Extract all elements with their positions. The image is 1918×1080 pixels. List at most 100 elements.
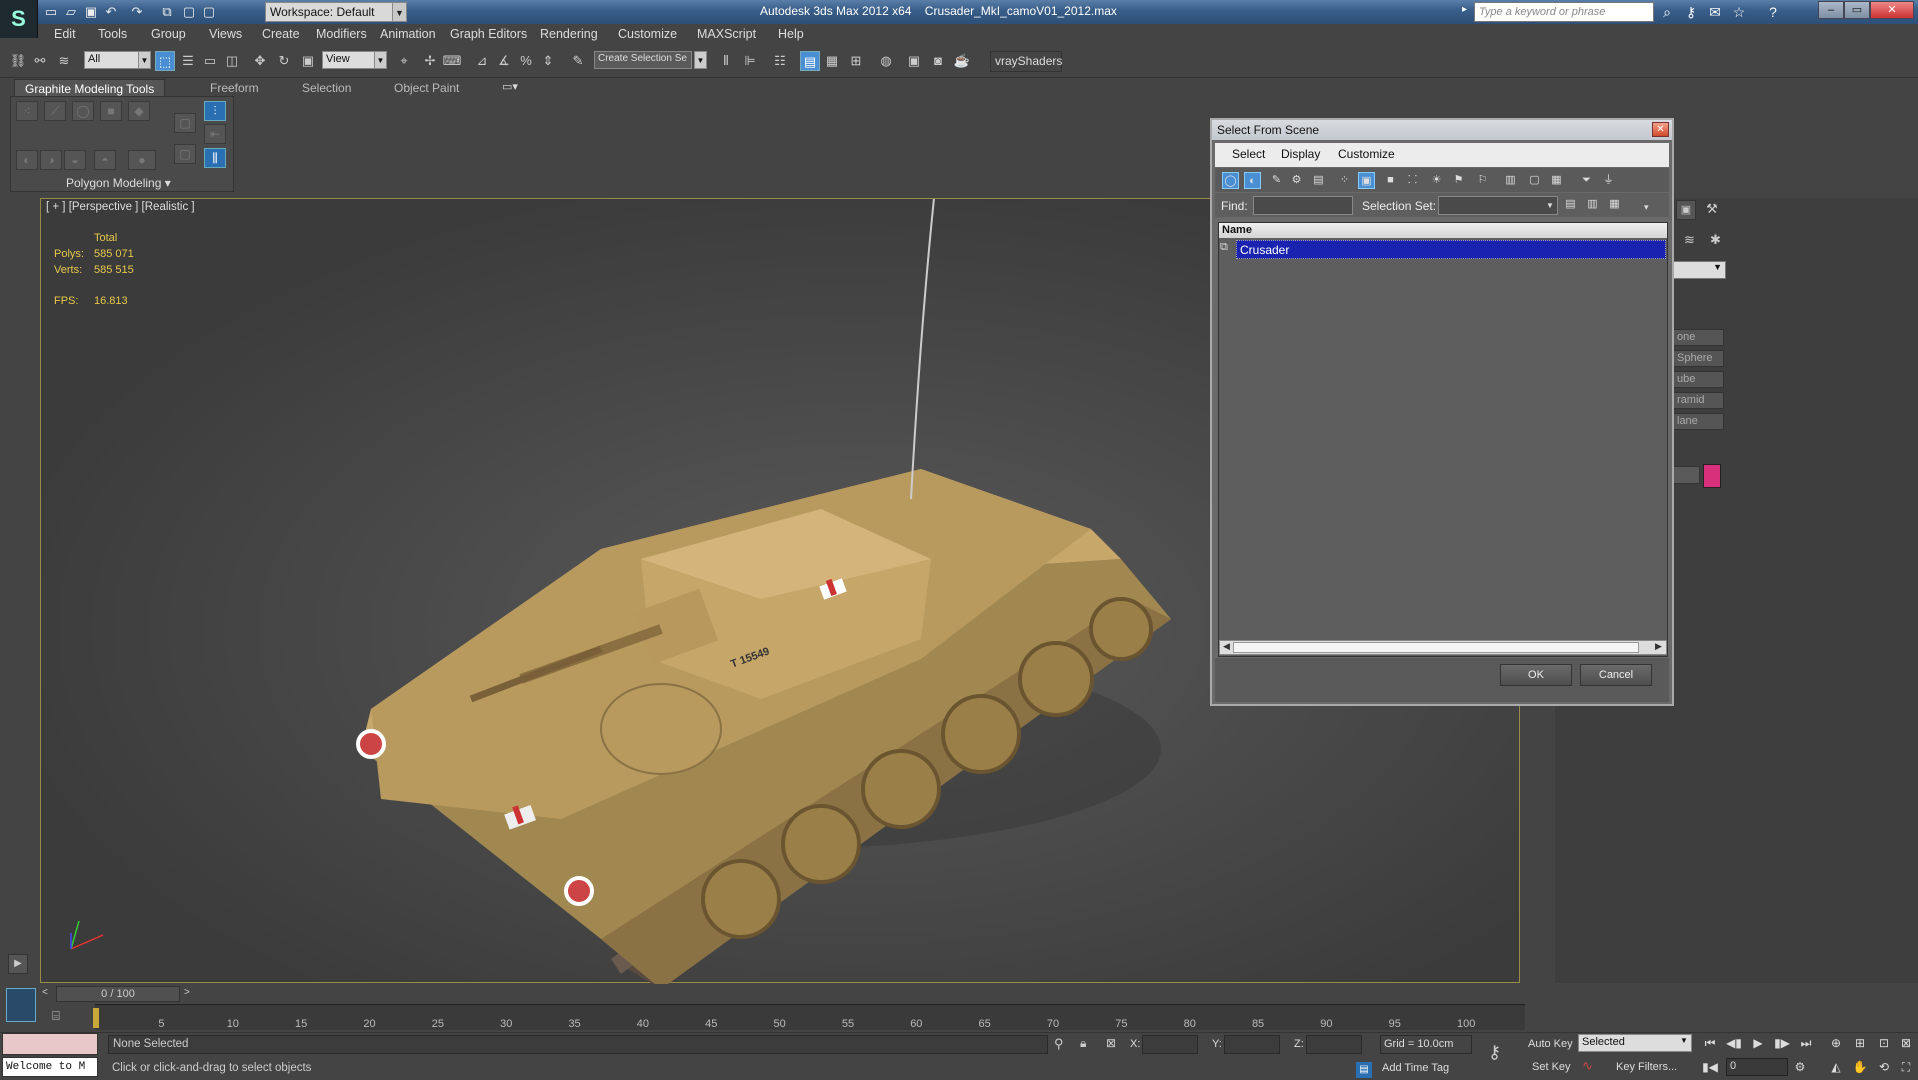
tube-button[interactable]: ube [1672,371,1724,388]
time-tag-icon[interactable]: ▤ [1356,1062,1372,1078]
key-mode-toggle-icon[interactable]: ▮◀ [1700,1058,1720,1076]
menu-modifiers[interactable]: Modifiers [316,27,367,41]
previous-frame-icon[interactable]: < [42,987,48,998]
move-icon[interactable]: ✥ [250,51,270,71]
select-manipulate-icon[interactable]: ✢ [420,51,440,71]
undo-icon[interactable]: ↶ [102,3,120,21]
hold-icon[interactable]: ⧉ [158,3,176,21]
border-icon[interactable]: ◯ [72,101,94,121]
edge-icon[interactable]: ⟋ [44,101,66,121]
save-icon[interactable]: ▣ [82,3,100,21]
display-hidden-icon[interactable]: ⚐ [1474,172,1491,189]
selection-filter-dropdown[interactable]: All [84,51,142,69]
spinner-snap-icon[interactable]: ⇕ [538,51,558,71]
menu-create[interactable]: Create [262,27,300,41]
filter-options-icon[interactable]: ⏚ [1600,172,1617,189]
zoom-icon[interactable]: ⊕ [1826,1034,1846,1052]
display-none-icon[interactable]: ▢ [1526,172,1543,189]
chevron-down-icon[interactable]: ▼ [138,51,151,69]
percent-snap-icon[interactable]: % [516,51,536,71]
list-item[interactable]: Crusader [1236,240,1666,259]
spacewarps-icon[interactable]: ≋ [1684,232,1695,248]
named-selection-set-dropdown[interactable]: Create Selection Se [594,51,692,69]
display-containers-icon[interactable]: ☀ [1428,172,1445,189]
mini-curve-editor-icon[interactable] [6,988,36,1022]
track-bar[interactable] [95,1004,1525,1030]
orbit-icon[interactable]: ⟲ [1874,1058,1894,1076]
key-icon[interactable]: ⚷ [1680,3,1702,21]
display-groups-icon[interactable]: ▣ [1358,172,1375,189]
show-end-result-icon[interactable]: ▢ [174,144,196,164]
bind-space-warp-icon[interactable]: ≋ [54,51,74,71]
unlink-icon[interactable]: ⚯ [30,51,50,71]
vray-shaders-button[interactable]: vrayShaders [990,51,1062,72]
new-file-icon[interactable]: ▭ [42,3,60,21]
keyboard-shortcut-icon[interactable]: ⌨ [442,51,462,71]
display-helpers-icon[interactable]: ▤ [1310,172,1327,189]
z-coordinate-field[interactable] [1306,1035,1362,1054]
next-frame-icon[interactable]: > [184,987,190,998]
make-unique-icon[interactable]: ⫼ [204,148,226,168]
schematic-view-icon[interactable]: ⊞ [846,51,866,71]
zoom-extents-icon[interactable]: ⊡ [1874,1034,1894,1052]
time-slider[interactable]: 0 / 100 [56,986,180,1002]
collapse-stack-icon[interactable]: ◐ [16,150,38,170]
select-invert-icon[interactable]: ▦ [1606,196,1623,213]
project-folder-icon[interactable]: ▢ [200,3,218,21]
absolute-mode-icon[interactable]: ⊠ [1106,1036,1116,1050]
expand-toolbar-icon[interactable]: ▾ [1644,202,1649,213]
display-invert-icon[interactable]: ▦ [1548,172,1565,189]
geosphere-button[interactable]: Sphere [1672,350,1724,367]
material-editor-icon[interactable]: ◍ [876,51,896,71]
go-to-end-icon[interactable]: ⏭ [1796,1034,1816,1052]
angle-snap-icon[interactable]: ∡ [494,51,514,71]
set-key-button[interactable]: Set Key [1532,1061,1571,1073]
render-setup-icon[interactable]: ▣ [904,51,924,71]
pan-icon[interactable]: ✋ [1850,1058,1870,1076]
display-spacewarps-icon[interactable]: ⁘ [1336,172,1353,189]
previous-key-icon[interactable]: ◀▮ [1724,1034,1744,1052]
menu-animation[interactable]: Animation [380,27,436,41]
dialog-menu-display[interactable]: Display [1281,147,1320,161]
key-tangent-icon[interactable]: ∿ [1582,1058,1593,1074]
play-icon[interactable]: ▶ [1748,1034,1768,1052]
open-folder-icon[interactable]: ▱ [62,3,80,21]
link-icon[interactable]: ⛓ [8,51,28,71]
workspace-dropdown[interactable]: Workspace: Default [265,2,407,22]
render-production-icon[interactable]: ☕ [952,51,972,71]
redo-icon[interactable]: ↷ [128,3,146,21]
display-bones-icon[interactable]: ⸬ [1404,172,1421,189]
lock-icon[interactable]: 🔒︎ [1080,1036,1086,1051]
chevron-down-icon[interactable]: ▼ [374,51,387,69]
maximize-viewport-icon[interactable]: ⛶ [1896,1058,1916,1076]
rect-selection-icon[interactable]: ▭ [200,51,220,71]
caret-right-icon[interactable]: ▸ [1462,4,1467,15]
scroll-left-icon[interactable]: ◀ [1220,641,1233,654]
dialog-close-icon[interactable]: ✕ [1652,122,1669,137]
tab-object-paint[interactable]: Object Paint [384,79,469,97]
quickloop-icon[interactable]: ● [128,150,156,170]
communication-center-icon[interactable]: ✉ [1704,3,1726,21]
display-tab-icon[interactable]: ▣ [1676,200,1696,220]
mirror-icon[interactable]: ⫴ [716,51,736,71]
filter-icon[interactable]: ⏷ [1578,172,1595,189]
current-frame-marker[interactable] [93,1008,99,1028]
select-all-icon[interactable]: ▤ [1562,196,1579,213]
search-input[interactable]: Type a keyword or phrase [1474,2,1654,22]
element-icon[interactable]: ◆ [128,101,150,121]
ribbon-options-icon[interactable]: ▭▾ [502,80,518,93]
zoom-extents-all-icon[interactable]: ⊠ [1896,1034,1916,1052]
cone-button[interactable]: one [1672,329,1724,346]
rendered-frame-icon[interactable]: ◙ [928,51,948,71]
systems-icon[interactable]: ✱ [1710,232,1721,248]
key-mode-dropdown[interactable]: Selected [1578,1034,1692,1052]
selection-set-dropdown[interactable] [1438,196,1558,215]
polygon-modeling-label[interactable]: Polygon Modeling ▾ [66,176,171,190]
object-color-swatch[interactable] [1703,464,1721,488]
help-icon[interactable]: ? [1762,3,1784,21]
object-type-dropdown[interactable]: ▼ [1672,261,1726,279]
menu-group[interactable]: Group [151,27,186,41]
snaps-toggle-icon[interactable]: ⊿ [472,51,492,71]
current-frame-field[interactable]: 0 [1726,1058,1788,1076]
column-header-name[interactable]: Name [1219,223,1667,238]
